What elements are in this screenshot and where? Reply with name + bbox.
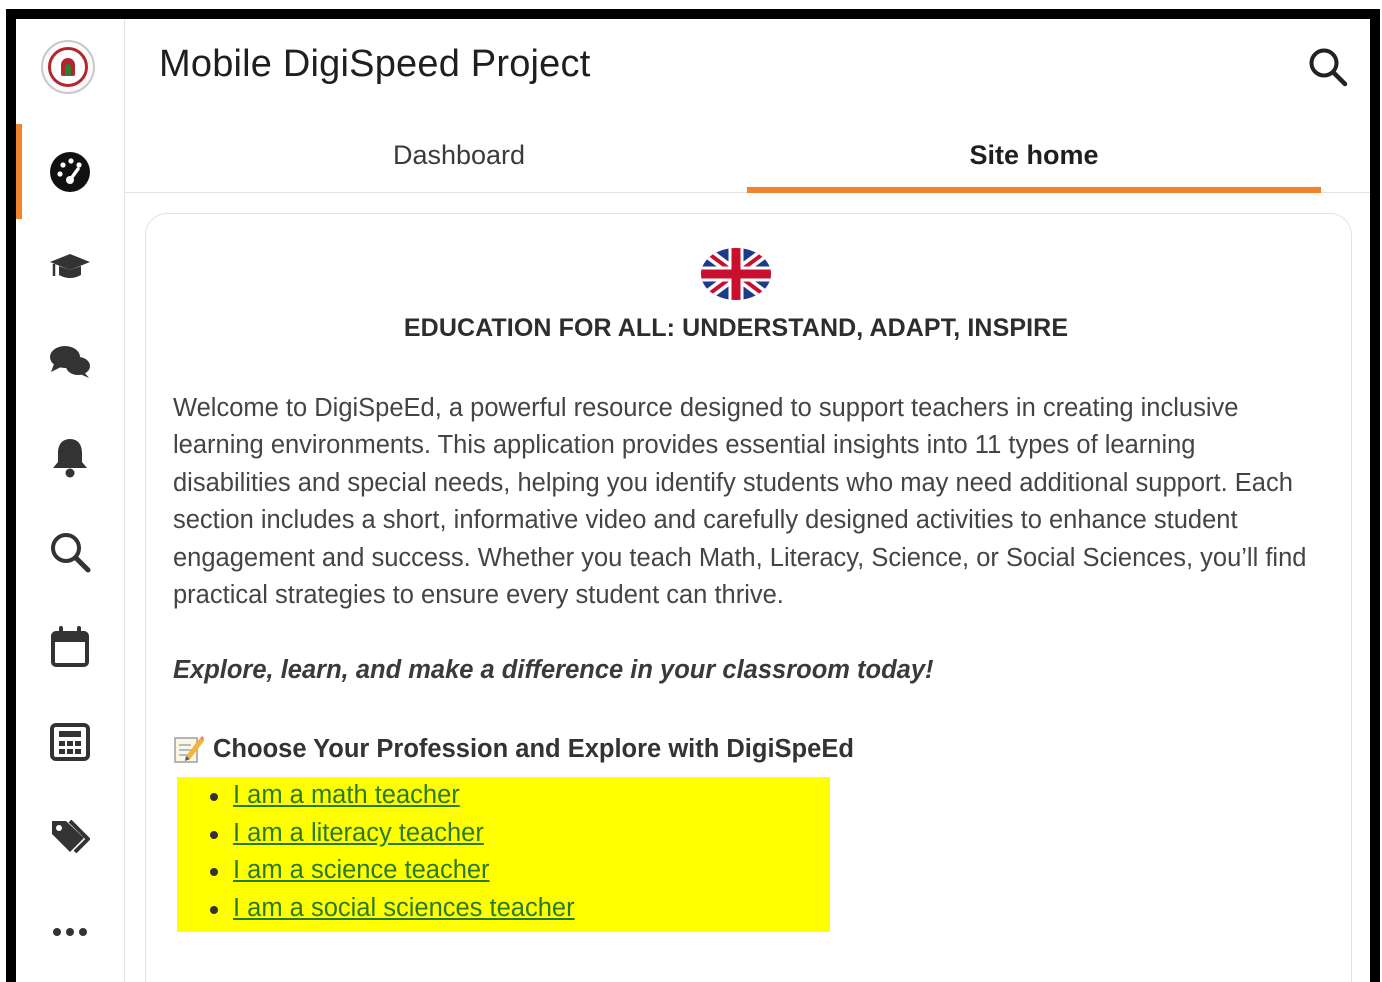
header-search-icon[interactable] <box>1306 45 1350 89</box>
memo-icon <box>174 736 204 763</box>
list-item: I am a social sciences teacher <box>210 890 830 928</box>
tags-icon <box>52 819 90 853</box>
literacy-teacher-link[interactable]: I am a literacy teacher <box>233 819 484 847</box>
tab-site-home[interactable]: Site home <box>747 119 1321 193</box>
list-item: I am a science teacher <box>210 852 830 890</box>
choose-profession-text: Choose Your Profession and Explore with … <box>213 734 854 763</box>
sidebar-item-tags[interactable] <box>16 789 124 884</box>
tab-dashboard[interactable]: Dashboard <box>172 119 746 192</box>
sidebar <box>16 19 125 982</box>
sidebar-item-notifications[interactable] <box>16 409 124 504</box>
messages-icon <box>50 345 90 378</box>
math-teacher-link[interactable]: I am a math teacher <box>233 781 460 809</box>
sidebar-item-search[interactable] <box>16 504 124 599</box>
university-logo[interactable] <box>41 40 95 94</box>
uk-flag-icon[interactable] <box>701 248 771 300</box>
calendar-icon <box>51 625 89 667</box>
page-title: Mobile DigiSpeed Project <box>159 43 591 85</box>
intro-paragraph: Welcome to DigiSpeEd, a powerful resourc… <box>173 394 1307 610</box>
sidebar-item-dashboard[interactable] <box>16 124 124 219</box>
sidebar-item-messages[interactable] <box>16 314 124 409</box>
grades-table-icon <box>50 722 90 761</box>
profession-links-list: I am a math teacher I am a literacy teac… <box>177 777 830 927</box>
sidebar-item-courses[interactable] <box>16 219 124 314</box>
profession-links-highlight: I am a math teacher I am a literacy teac… <box>177 777 830 932</box>
site-home-card: EDUCATION FOR ALL: UNDERSTAND, ADAPT, IN… <box>145 213 1352 982</box>
list-item: I am a literacy teacher <box>210 815 830 853</box>
sidebar-item-calendar[interactable] <box>16 599 124 694</box>
tab-bar: Dashboard Site home <box>125 119 1370 193</box>
list-item: I am a math teacher <box>210 777 830 815</box>
choose-profession-heading: Choose Your Profession and Explore with … <box>173 734 854 764</box>
search-icon <box>51 532 91 572</box>
social-sciences-teacher-link[interactable]: I am a social sciences teacher <box>233 894 575 922</box>
graduation-cap-icon <box>50 253 90 278</box>
science-teacher-link[interactable]: I am a science teacher <box>233 856 490 884</box>
more-icon <box>53 927 87 936</box>
section-heading: EDUCATION FOR ALL: UNDERSTAND, ADAPT, IN… <box>403 314 1069 342</box>
sidebar-item-more[interactable] <box>16 884 124 979</box>
sidebar-item-grades[interactable] <box>16 694 124 789</box>
app-window: Mobile DigiSpeed Project Dashboard Site … <box>6 9 1380 982</box>
dashboard-gauge-icon <box>50 151 90 192</box>
bell-icon <box>53 438 87 477</box>
tagline: Explore, learn, and make a difference in… <box>173 656 934 684</box>
